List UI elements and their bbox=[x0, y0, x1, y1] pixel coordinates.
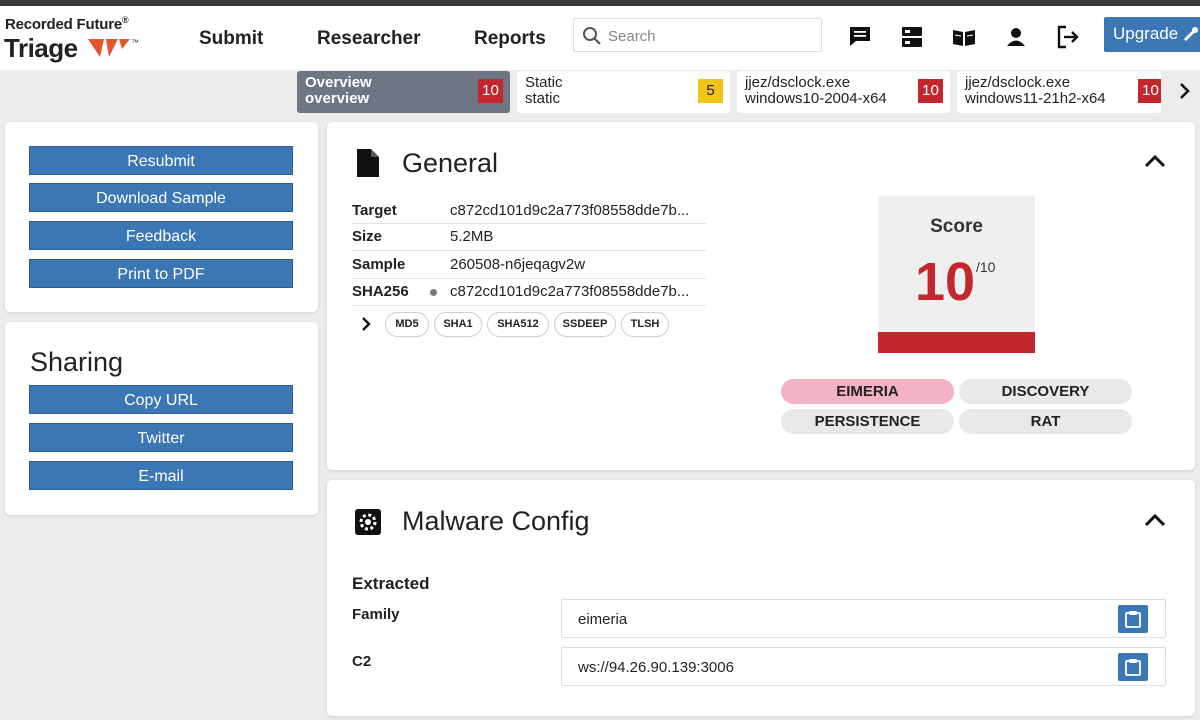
divider bbox=[352, 223, 706, 224]
analysis-tabs: Overview overview 10 Static static 5 jje… bbox=[0, 71, 1200, 115]
tag-rat[interactable]: RAT bbox=[959, 409, 1132, 434]
c2-value[interactable]: ws://94.26.90.139:3006 bbox=[578, 659, 734, 676]
app-header: Recorded Future® Triage ™ Submit Researc… bbox=[0, 6, 1200, 70]
file-icon bbox=[357, 149, 379, 177]
tab-windows11[interactable]: jjez/dsclock.exe windows11-21h2-x64 10 bbox=[957, 71, 1161, 113]
score-badge: 10 bbox=[918, 79, 943, 103]
gear-icon bbox=[355, 509, 381, 535]
copy-family-button[interactable] bbox=[1118, 605, 1148, 633]
extracted-heading: Extracted bbox=[352, 574, 430, 593]
download-sample-button[interactable]: Download Sample bbox=[29, 183, 293, 212]
copy-c2-button[interactable] bbox=[1118, 653, 1148, 681]
sample-value[interactable]: 260508-n6jeqagv2w bbox=[450, 256, 712, 273]
ssdeep-button[interactable]: SSDEEP bbox=[554, 312, 616, 337]
chevron-up-icon[interactable] bbox=[1144, 513, 1166, 527]
sha256-label: SHA256 bbox=[352, 283, 409, 300]
twitter-button[interactable]: Twitter bbox=[29, 423, 293, 452]
md5-button[interactable]: MD5 bbox=[385, 312, 429, 337]
tlsh-button[interactable]: TLSH bbox=[621, 312, 669, 337]
divider bbox=[352, 305, 706, 306]
score-panel: Score 10 /10 bbox=[878, 196, 1035, 353]
search-icon bbox=[583, 27, 601, 45]
logo-registered-mark: ® bbox=[122, 15, 129, 25]
chevron-right-icon[interactable] bbox=[1178, 81, 1192, 101]
chevron-up-icon[interactable] bbox=[1144, 154, 1166, 168]
family-value[interactable]: eimeria bbox=[578, 611, 627, 628]
tab-windows10[interactable]: jjez/dsclock.exe windows10-2004-x64 10 bbox=[737, 71, 950, 113]
copy-url-button[interactable]: Copy URL bbox=[29, 385, 293, 414]
server-icon[interactable] bbox=[899, 24, 925, 50]
print-to-pdf-button[interactable]: Print to PDF bbox=[29, 259, 293, 288]
tag-discovery[interactable]: DISCOVERY bbox=[959, 379, 1132, 404]
family-field: eimeria bbox=[561, 599, 1166, 638]
clipboard-icon bbox=[1125, 659, 1141, 676]
section-title-general: General bbox=[402, 148, 499, 178]
nav-reports[interactable]: Reports bbox=[474, 28, 546, 50]
divider bbox=[352, 278, 706, 279]
chevron-right-icon[interactable] bbox=[360, 316, 372, 332]
rocket-icon bbox=[1183, 26, 1199, 42]
logo-company-name[interactable]: Recorded Future® bbox=[5, 15, 129, 33]
score-value: 10 bbox=[915, 252, 976, 312]
logo-product-text: Triage bbox=[4, 33, 78, 63]
sample-label: Sample bbox=[352, 256, 406, 273]
score-bar bbox=[878, 332, 1035, 353]
section-title-malware-config: Malware Config bbox=[402, 506, 590, 536]
score-badge: 10 bbox=[478, 79, 503, 103]
score-max: /10 bbox=[976, 259, 996, 275]
score-label: Score bbox=[930, 216, 983, 237]
sha512-button[interactable]: SHA512 bbox=[487, 312, 549, 337]
clipboard-icon bbox=[1125, 611, 1141, 628]
search-input[interactable] bbox=[608, 25, 808, 47]
feedback-button[interactable]: Feedback bbox=[29, 221, 293, 250]
tag-family[interactable]: EIMERIA bbox=[781, 379, 954, 404]
tab-subtitle: windows11-21h2-x64 bbox=[965, 90, 1106, 107]
malware-config-card: Malware Config Extracted Family eimeria … bbox=[327, 480, 1195, 716]
score-badge: 10 bbox=[1138, 79, 1161, 103]
sharing-title: Sharing bbox=[30, 347, 124, 377]
size-value: 5.2MB bbox=[450, 228, 494, 245]
tab-title: jjez/dsclock.exe bbox=[965, 74, 1071, 91]
score-badge: 5 bbox=[698, 79, 723, 103]
sharing-card: Sharing Copy URL Twitter E-mail bbox=[5, 322, 318, 515]
target-label: Target bbox=[352, 202, 397, 219]
logo-trademark: ™ bbox=[131, 38, 139, 47]
chat-icon[interactable] bbox=[847, 24, 873, 50]
book-icon[interactable] bbox=[951, 24, 977, 50]
sha1-button[interactable]: SHA1 bbox=[434, 312, 482, 337]
user-icon[interactable] bbox=[1003, 24, 1029, 50]
tag-persistence[interactable]: PERSISTENCE bbox=[781, 409, 954, 434]
nav-submit[interactable]: Submit bbox=[199, 28, 263, 50]
actions-card: Resubmit Download Sample Feedback Print … bbox=[5, 122, 318, 312]
c2-label: C2 bbox=[352, 653, 372, 670]
nav-researcher[interactable]: Researcher bbox=[317, 28, 421, 50]
general-card: General Target c872cd101d9c2a773f08558dd… bbox=[327, 122, 1195, 470]
size-label: Size bbox=[352, 228, 383, 245]
family-label: Family bbox=[352, 606, 400, 623]
c2-field: ws://94.26.90.139:3006 bbox=[561, 647, 1166, 686]
upgrade-button[interactable]: Upgrade bbox=[1104, 17, 1200, 52]
upgrade-label: Upgrade bbox=[1113, 24, 1179, 43]
tab-overview[interactable]: Overview overview 10 bbox=[297, 71, 510, 113]
tab-static[interactable]: Static static 5 bbox=[517, 71, 730, 113]
sha256-value[interactable]: c872cd101d9c2a773f08558dde7b... bbox=[450, 283, 712, 300]
divider bbox=[352, 250, 706, 251]
search-box[interactable] bbox=[573, 18, 822, 52]
email-button[interactable]: E-mail bbox=[29, 461, 293, 490]
logo-company-text: Recorded Future bbox=[5, 16, 123, 33]
hash-dot-icon bbox=[430, 289, 437, 296]
triage-logo-icon bbox=[88, 39, 130, 57]
resubmit-button[interactable]: Resubmit bbox=[29, 146, 293, 175]
target-value[interactable]: c872cd101d9c2a773f08558dde7b... bbox=[450, 202, 712, 219]
logout-icon[interactable] bbox=[1055, 24, 1081, 50]
logo-product-name[interactable]: Triage bbox=[4, 33, 78, 64]
